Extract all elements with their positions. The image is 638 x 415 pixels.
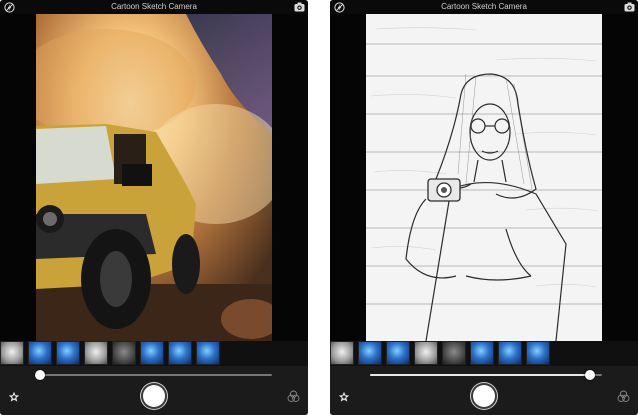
slider-thumb[interactable] <box>35 370 45 380</box>
filter-thumbnail[interactable] <box>526 341 550 365</box>
filter-thumbnail[interactable] <box>470 341 494 365</box>
right-phone-screen: Cartoon Sketch Camera <box>330 0 638 415</box>
filter-thumbnail[interactable] <box>498 341 522 365</box>
bottom-controls <box>330 366 638 415</box>
filter-thumbnail[interactable] <box>112 341 136 365</box>
filter-thumbnail[interactable] <box>196 341 220 365</box>
shutter-button[interactable] <box>473 385 495 407</box>
filter-thumbnail[interactable] <box>0 341 24 365</box>
star-icon[interactable] <box>338 390 350 402</box>
shutter-button[interactable] <box>143 385 165 407</box>
filter-thumbnail[interactable] <box>442 341 466 365</box>
left-phone-screen: Cartoon Sketch Camera <box>0 0 308 415</box>
filter-thumbnail[interactable] <box>386 341 410 365</box>
filter-strip <box>330 341 638 366</box>
top-bar: Cartoon Sketch Camera <box>330 0 638 14</box>
filter-thumbnail[interactable] <box>56 341 80 365</box>
filter-thumbnail[interactable] <box>168 341 192 365</box>
effects-icon[interactable] <box>617 390 630 403</box>
intensity-slider[interactable] <box>35 370 272 380</box>
filter-thumbnail[interactable] <box>358 341 382 365</box>
sketch-preview-photo <box>366 14 602 341</box>
filter-thumbnail[interactable] <box>414 341 438 365</box>
slider-thumb[interactable] <box>585 370 596 380</box>
filter-thumbnail[interactable] <box>28 341 52 365</box>
filter-thumbnail[interactable] <box>140 341 164 365</box>
camera-switch-icon[interactable] <box>623 1 635 13</box>
bottom-controls <box>0 366 308 415</box>
filter-thumbnail[interactable] <box>84 341 108 365</box>
top-bar: Cartoon Sketch Camera <box>0 0 308 14</box>
star-icon[interactable] <box>8 390 20 402</box>
intensity-slider[interactable] <box>370 370 602 380</box>
camera-switch-icon[interactable] <box>293 1 305 13</box>
app-title: Cartoon Sketch Camera <box>441 2 527 11</box>
slider-fill <box>370 374 591 376</box>
filter-thumbnail[interactable] <box>330 341 354 365</box>
app-title: Cartoon Sketch Camera <box>111 2 197 11</box>
filter-strip <box>0 341 308 366</box>
effects-icon[interactable] <box>287 390 300 403</box>
camera-preview-photo <box>36 14 272 341</box>
